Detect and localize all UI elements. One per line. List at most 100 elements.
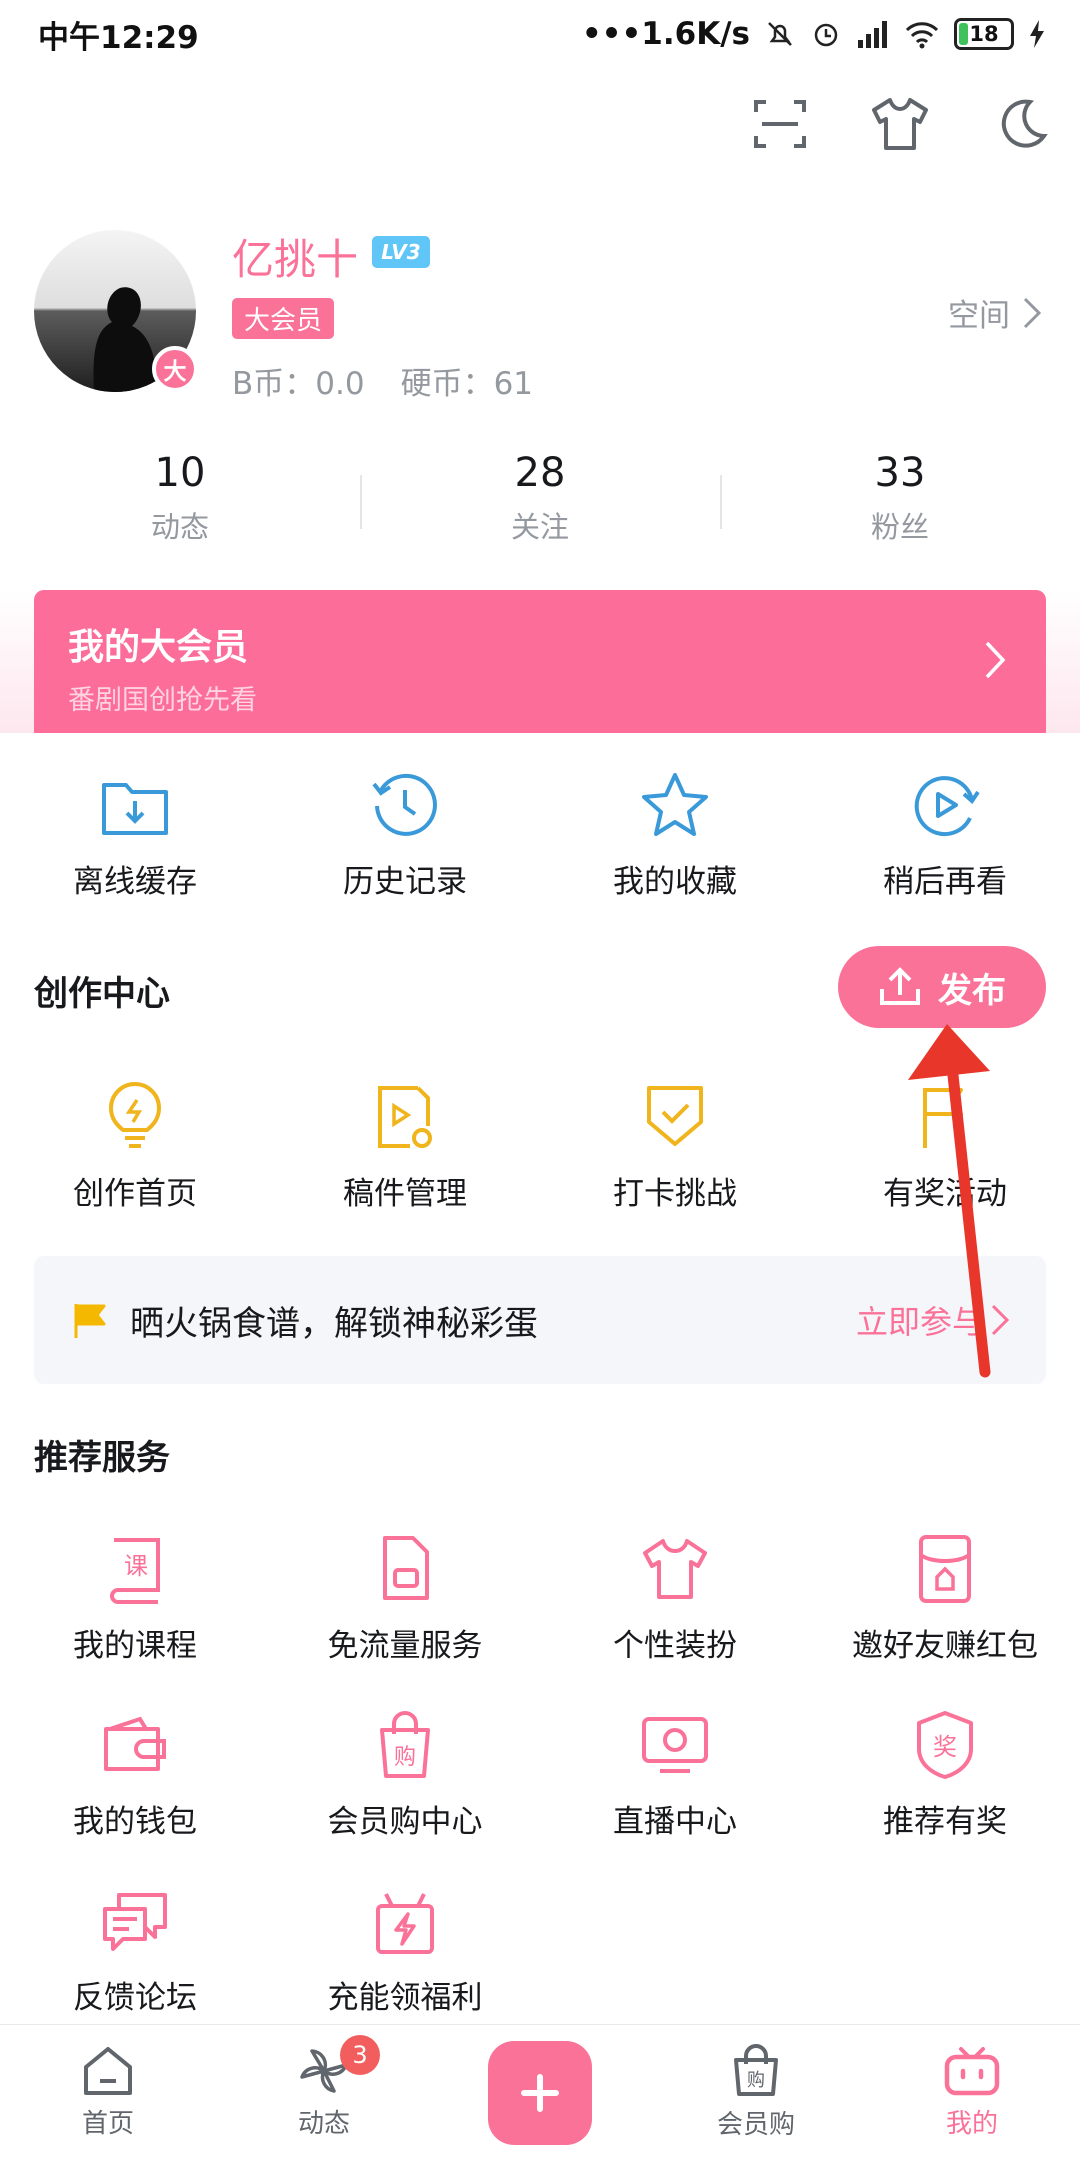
service-label: 直播中心 — [613, 1804, 737, 1840]
chevron-right-icon — [1023, 297, 1042, 328]
stat-value: 10 — [154, 450, 206, 496]
stat-label: 动态 — [150, 510, 209, 544]
flag-prize-icon — [908, 1080, 982, 1154]
chevron-right-icon — [991, 1304, 1010, 1336]
wallet-icon — [98, 1708, 172, 1782]
service-free-data[interactable]: 免流量服务 — [270, 1532, 540, 1665]
quick-action-label: 历史记录 — [343, 864, 467, 900]
vip-banner[interactable]: 我的大会员 番剧国创抢先看 — [34, 590, 1046, 733]
service-vip-shop[interactable]: 购 会员购中心 — [270, 1708, 540, 1841]
nav-vip-shop[interactable]: 购 会员购 — [648, 2044, 864, 2141]
nav-label: 首页 — [81, 2109, 134, 2139]
quick-action-offline-cache[interactable]: 离线缓存 — [0, 768, 270, 901]
service-wallet[interactable]: 我的钱包 — [0, 1708, 270, 1841]
course-book-icon: 课 — [98, 1532, 172, 1606]
upload-icon — [880, 967, 920, 1005]
stat-divider — [720, 475, 722, 529]
svg-text:奖: 奖 — [933, 1733, 957, 1761]
live-tv-icon — [638, 1708, 712, 1782]
publish-button[interactable]: 发布 — [838, 946, 1046, 1028]
status-time: 中午12:29 — [38, 19, 199, 56]
sim-card-icon — [368, 1532, 442, 1606]
coin-balances: B币：0.0 硬币：61 — [232, 358, 533, 403]
service-label: 充能领福利 — [327, 1980, 483, 2016]
vip-banner-subtitle: 番剧国创抢先看 — [68, 685, 257, 716]
service-label: 我的钱包 — [73, 1804, 197, 1840]
profile-name[interactable]: 亿挑十 — [232, 226, 358, 287]
service-custom-skin[interactable]: 个性装扮 — [540, 1532, 810, 1665]
tshirt-icon — [638, 1532, 712, 1606]
profile-stats: 10 动态 28 关注 33 粉丝 — [0, 450, 1080, 560]
prize-activity[interactable]: 有奖活动 — [810, 1080, 1080, 1213]
signal-icon — [858, 21, 887, 48]
recommended-services-title: 推荐服务 — [34, 1438, 170, 1478]
lightbulb-icon — [98, 1080, 172, 1154]
service-feedback-forum[interactable]: 反馈论坛 — [0, 1884, 270, 2017]
svg-text:购: 购 — [747, 2070, 765, 2091]
creation-tool-label: 稿件管理 — [343, 1176, 467, 1212]
quick-action-label: 稍后再看 — [883, 864, 1007, 900]
scan-icon[interactable] — [748, 92, 812, 156]
service-my-courses[interactable]: 课 我的课程 — [0, 1532, 270, 1665]
nav-label: 动态 — [297, 2109, 350, 2139]
creation-tools: 创作首页 稿件管理 打卡挑战 有奖活动 — [0, 1080, 1080, 1213]
service-invite-friends[interactable]: 邀好友赚红包 — [810, 1532, 1080, 1665]
nav-dynamics[interactable]: 3 动态 — [216, 2035, 432, 2140]
vip-badge: 大会员 — [232, 298, 335, 339]
join-now-link[interactable]: 立即参与 — [856, 1297, 1010, 1343]
quick-action-label: 我的收藏 — [613, 864, 737, 900]
gift-bolt-icon — [368, 1884, 442, 1958]
service-label: 反馈论坛 — [73, 1980, 197, 2016]
add-button[interactable] — [488, 2040, 592, 2145]
red-packet-icon — [908, 1532, 982, 1606]
join-now-label: 立即参与 — [855, 1303, 984, 1341]
reward-shield-icon: 奖 — [908, 1708, 982, 1782]
manuscript-management[interactable]: 稿件管理 — [270, 1080, 540, 1213]
quick-action-label: 离线缓存 — [73, 864, 197, 900]
download-folder-icon — [98, 768, 172, 842]
service-referral-reward[interactable]: 奖 推荐有奖 — [810, 1708, 1080, 1841]
publish-button-label: 发布 — [938, 970, 1006, 1011]
charging-icon — [1030, 20, 1044, 48]
svg-text:课: 课 — [124, 1552, 148, 1580]
vip-banner-title: 我的大会员 — [68, 627, 249, 668]
service-live-center[interactable]: 直播中心 — [540, 1708, 810, 1841]
creation-home[interactable]: 创作首页 — [0, 1080, 270, 1213]
activity-banner[interactable]: 晒火锅食谱，解锁神秘彩蛋 立即参与 — [34, 1256, 1046, 1384]
shopping-bag-icon: 购 — [734, 2044, 778, 2096]
chevron-right-icon — [985, 641, 1006, 679]
skin-tshirt-icon[interactable] — [868, 92, 932, 156]
notification-badge: 3 — [340, 2035, 380, 2075]
status-indicators: •••1.6K/s 18 — [582, 16, 1046, 52]
stat-followers[interactable]: 33 粉丝 — [720, 450, 1080, 560]
night-mode-moon-icon[interactable] — [988, 92, 1052, 156]
space-link-label: 空间 — [948, 298, 1010, 334]
stat-divider — [360, 475, 362, 529]
service-label: 个性装扮 — [613, 1628, 737, 1664]
bottom-nav: 首页 3 动态 购 会员购 我的 — [0, 2024, 1080, 2160]
stat-dynamics[interactable]: 10 动态 — [0, 450, 360, 560]
home-icon — [84, 2047, 132, 2095]
nav-create[interactable] — [432, 2040, 648, 2145]
svg-text:购: 购 — [394, 1745, 416, 1770]
quick-action-favorites[interactable]: 我的收藏 — [540, 768, 810, 901]
stat-following[interactable]: 28 关注 — [360, 450, 720, 560]
tv-mascot-icon — [944, 2047, 1000, 2096]
hard-coin-balance: 硬币：61 — [400, 366, 534, 402]
creation-tool-label: 创作首页 — [73, 1176, 197, 1212]
space-link[interactable]: 空间 — [948, 290, 1042, 335]
stat-value: 33 — [874, 450, 926, 496]
manuscript-icon — [368, 1080, 442, 1154]
checkin-challenge[interactable]: 打卡挑战 — [540, 1080, 810, 1213]
nav-mine[interactable]: 我的 — [864, 2045, 1080, 2140]
stat-value: 28 — [514, 450, 566, 496]
service-charge-benefits[interactable]: 充能领福利 — [270, 1884, 540, 2017]
quick-action-history[interactable]: 历史记录 — [270, 768, 540, 901]
shopping-bag-icon: 购 — [368, 1708, 442, 1782]
network-speed: •••1.6K/s — [581, 16, 750, 52]
top-toolbar — [748, 92, 1052, 156]
creation-center-title: 创作中心 — [34, 974, 170, 1014]
service-label: 会员购中心 — [327, 1804, 483, 1840]
nav-home[interactable]: 首页 — [0, 2045, 216, 2140]
quick-action-watch-later[interactable]: 稍后再看 — [810, 768, 1080, 901]
